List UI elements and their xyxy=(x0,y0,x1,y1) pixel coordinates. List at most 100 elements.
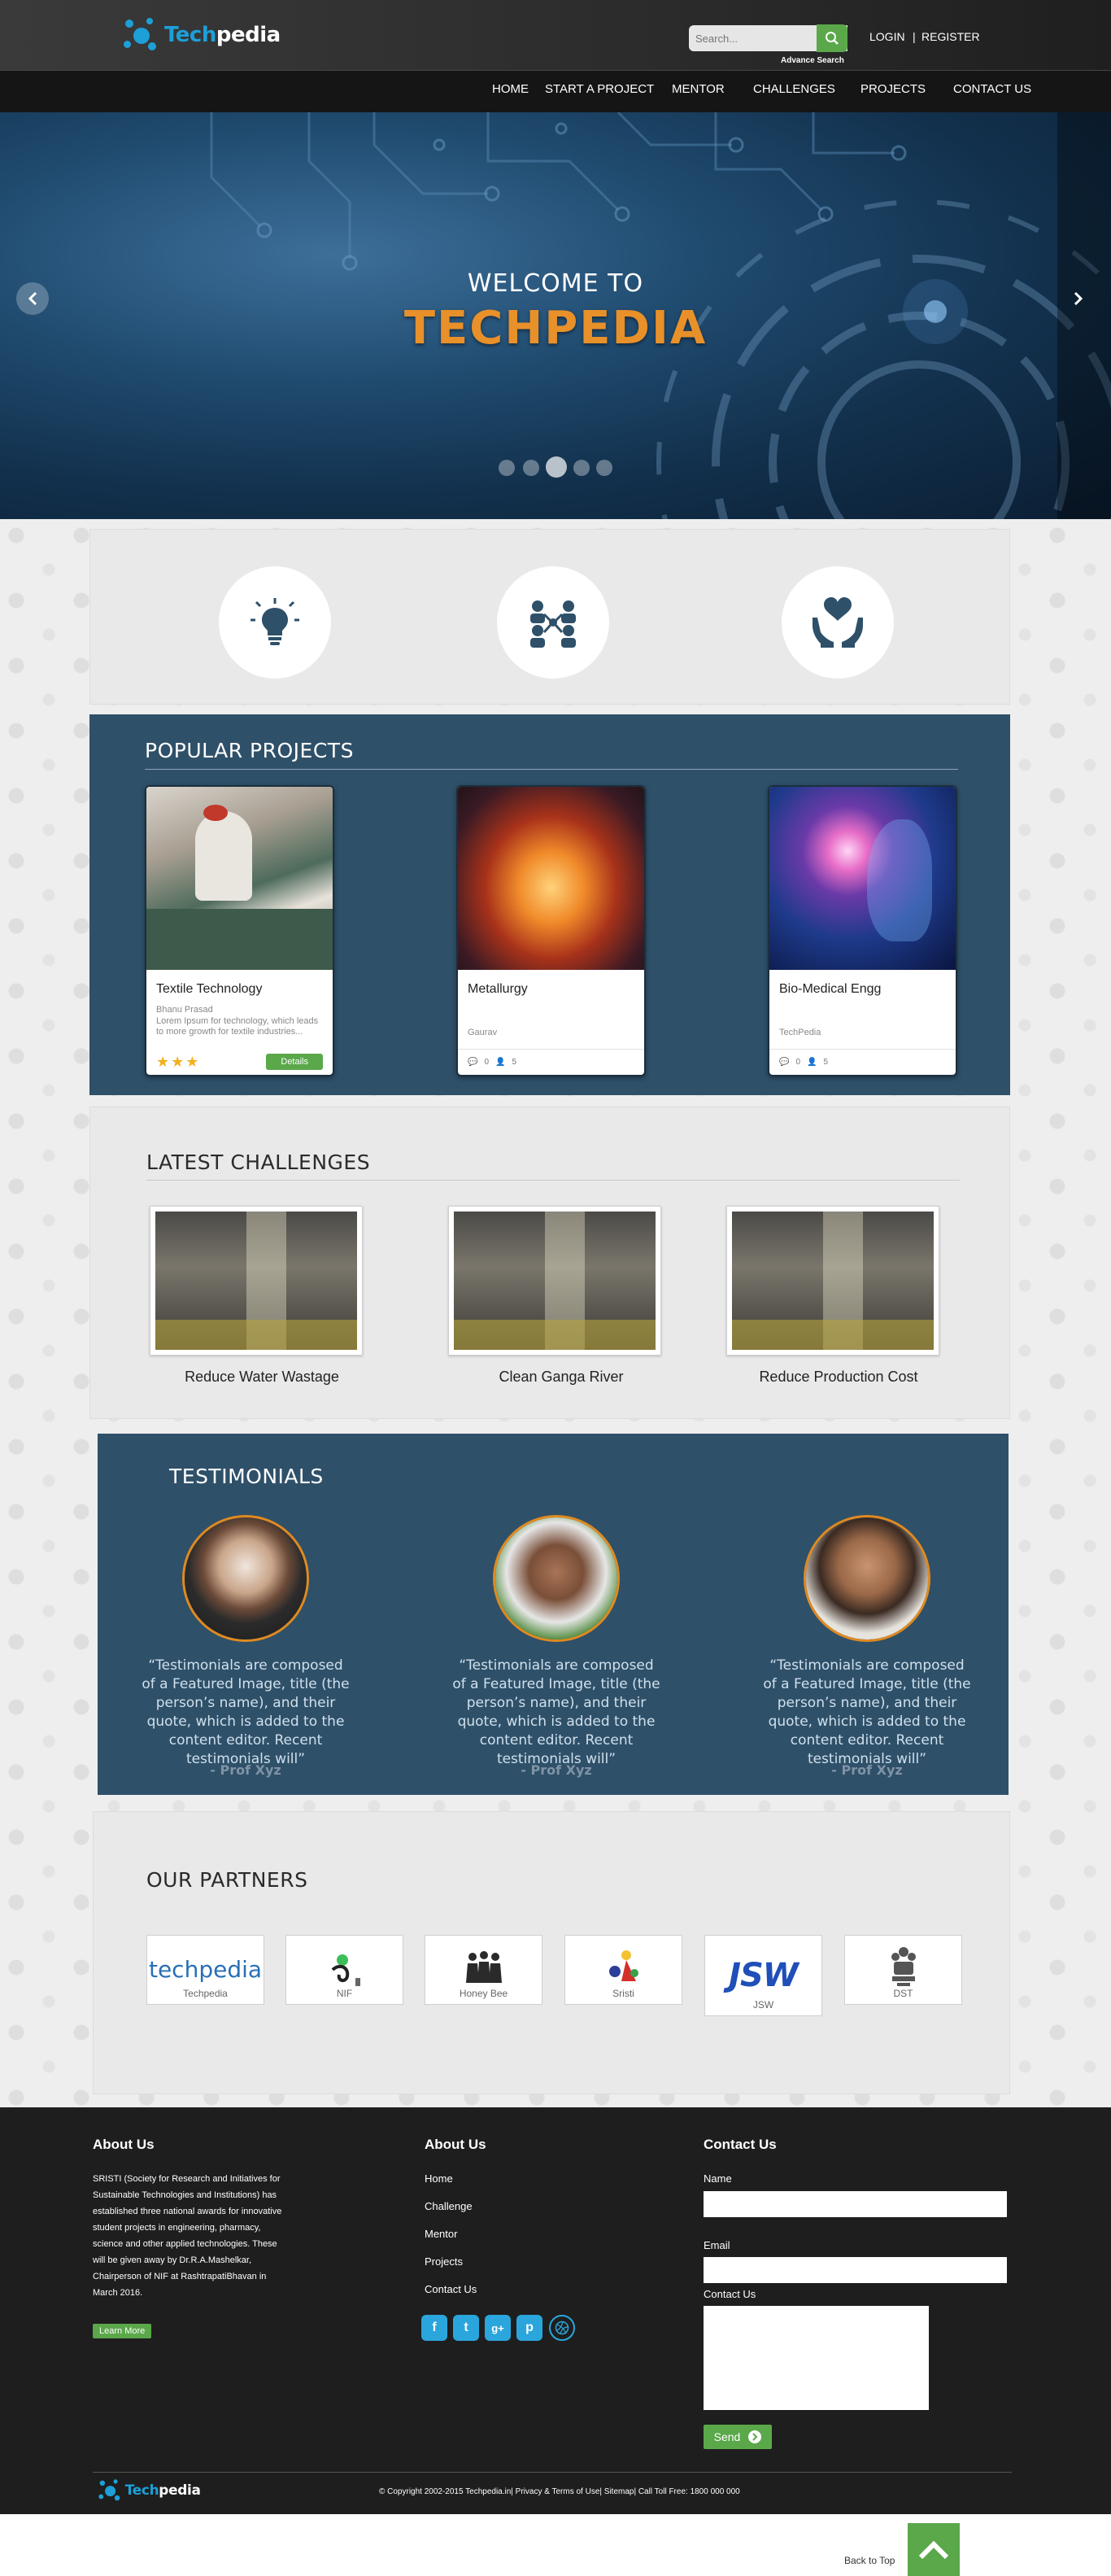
slider-dot-3-active[interactable] xyxy=(546,456,567,478)
project-card-textile[interactable]: Textile Technology Bhanu Prasad Lorem Ip… xyxy=(145,785,334,1076)
challenge-label-1[interactable]: Reduce Water Wastage xyxy=(140,1369,384,1386)
partner-name: DST xyxy=(893,1988,913,1999)
feature-team[interactable] xyxy=(497,566,609,679)
card-author: Gaurav xyxy=(468,1028,498,1037)
slider-next-button[interactable] xyxy=(1062,282,1095,315)
challenge-label-3[interactable]: Reduce Production Cost xyxy=(717,1369,961,1386)
partner-jsw[interactable]: JSW JSW xyxy=(704,1935,822,2016)
feature-idea[interactable] xyxy=(219,566,331,679)
feature-care[interactable] xyxy=(782,566,894,679)
facebook-icon[interactable]: f xyxy=(421,2315,447,2341)
national-emblem-icon xyxy=(891,1947,916,1986)
card-footer: 💬 0 👤 5 xyxy=(458,1049,644,1075)
site-footer xyxy=(0,2107,1111,2514)
footer-link-home[interactable]: Home xyxy=(425,2172,453,2185)
site-logo[interactable]: Techpedia xyxy=(122,16,281,54)
challenges-title: LATEST CHALLENGES xyxy=(146,1150,371,1174)
hero-welcome-text: WELCOME TO xyxy=(467,269,644,298)
pinterest-icon[interactable]: p xyxy=(516,2315,542,2341)
partner-name: Honey Bee xyxy=(459,1988,508,1999)
textile-image xyxy=(146,787,333,970)
message-textarea[interactable] xyxy=(704,2306,929,2410)
project-card-biomedical[interactable]: Bio-Medical Engg TechPedia 💬 0 👤 5 xyxy=(768,785,957,1076)
popular-projects-title: POPULAR PROJECTS xyxy=(145,739,354,762)
logo-molecule-icon xyxy=(98,2478,122,2503)
partner-dst[interactable]: DST xyxy=(844,1935,962,2005)
testimonial-avatar-2 xyxy=(493,1515,620,1642)
footer-link-mentor[interactable]: Mentor xyxy=(425,2228,457,2240)
twitter-icon[interactable]: t xyxy=(453,2315,479,2341)
login-link[interactable]: LOGIN xyxy=(869,30,905,43)
nav-mentor[interactable]: MENTOR xyxy=(672,82,725,96)
lightbulb-icon xyxy=(251,598,299,645)
slider-dot-4[interactable] xyxy=(573,460,590,476)
member-count: 5 xyxy=(512,1058,517,1067)
details-button[interactable]: Details xyxy=(266,1054,323,1070)
testimonial-author-3: - Prof Xyz xyxy=(831,1762,903,1778)
team-network-icon xyxy=(530,600,576,648)
testimonial-author-1: - Prof Xyz xyxy=(210,1762,281,1778)
name-field[interactable] xyxy=(704,2191,1007,2217)
footer-link-challenge[interactable]: Challenge xyxy=(425,2200,473,2212)
footer-link-projects[interactable]: Projects xyxy=(425,2255,463,2268)
search-button[interactable] xyxy=(817,24,847,52)
footer-link-contact[interactable]: Contact Us xyxy=(425,2283,477,2295)
back-to-top-button[interactable] xyxy=(908,2523,960,2576)
challenge-card-2[interactable] xyxy=(448,1206,661,1356)
name-label: Name xyxy=(704,2172,732,2185)
testimonial-avatar-1 xyxy=(182,1515,309,1642)
footer-contact-title: Contact Us xyxy=(704,2137,777,2152)
message-label: Contact Us xyxy=(704,2288,756,2300)
slider-dot-5[interactable] xyxy=(596,460,612,476)
challenge-image xyxy=(454,1212,656,1350)
slider-dot-2[interactable] xyxy=(523,460,539,476)
nav-contact-us[interactable]: CONTACT US xyxy=(953,82,1031,96)
advance-search-link[interactable]: Advance Search xyxy=(781,56,844,65)
logo-molecule-icon xyxy=(122,16,159,54)
footer-divider xyxy=(93,2472,1012,2473)
nav-start-project[interactable]: START A PROJECT xyxy=(545,82,654,96)
slider-dot-1[interactable] xyxy=(499,460,515,476)
partner-sristi[interactable]: Sristi xyxy=(564,1935,682,2005)
footer-about-title: About Us xyxy=(93,2137,155,2152)
biomedical-image xyxy=(769,787,956,970)
footer-logo[interactable]: Techpedia xyxy=(98,2478,201,2503)
techpedia-logo: techpedia xyxy=(148,1956,263,1983)
email-field[interactable] xyxy=(704,2257,1007,2283)
testimonial-quote-1: “Testimonials are composed of a Featured… xyxy=(142,1657,350,1767)
members-icon: 👤 xyxy=(807,1058,817,1067)
partner-name: Sristi xyxy=(612,1988,634,1999)
members-icon: 👤 xyxy=(495,1058,506,1067)
nav-challenges[interactable]: CHALLENGES xyxy=(753,82,835,96)
footer-links-title: About Us xyxy=(425,2137,486,2152)
challenge-card-3[interactable] xyxy=(726,1206,939,1356)
testimonial-avatar-3 xyxy=(804,1515,930,1642)
testimonial-quote-3: “Testimonials are composed of a Featured… xyxy=(763,1657,971,1767)
card-title: Metallurgy xyxy=(468,982,528,996)
partner-nif[interactable]: NIF xyxy=(285,1935,403,2005)
card-title: Textile Technology xyxy=(156,982,263,996)
copyright-text: © Copyright 2002-2015 Techpedia.in| Priv… xyxy=(379,2487,740,2496)
challenge-label-2[interactable]: Clean Ganga River xyxy=(439,1369,683,1386)
chevron-left-icon xyxy=(28,291,37,306)
project-card-metallurgy[interactable]: Metallurgy Gaurav 💬 0 👤 5 xyxy=(456,785,646,1076)
arrow-right-circle-icon xyxy=(748,2430,762,2443)
card-title: Bio-Medical Engg xyxy=(779,982,882,996)
comment-count: 0 xyxy=(795,1058,801,1067)
challenge-card-1[interactable] xyxy=(150,1206,363,1356)
back-to-top-label[interactable]: Back to Top xyxy=(844,2555,895,2566)
chevron-right-icon xyxy=(1074,291,1083,306)
google-plus-icon[interactable]: g+ xyxy=(485,2315,511,2341)
send-button[interactable]: Send xyxy=(704,2425,772,2449)
partner-honey-bee[interactable]: Honey Bee xyxy=(425,1935,542,2005)
logo-text: Techpedia xyxy=(164,23,281,47)
dribbble-icon[interactable] xyxy=(549,2315,575,2341)
partner-techpedia[interactable]: techpedia Techpedia xyxy=(146,1935,264,2005)
header-separator: | xyxy=(913,30,916,43)
card-footer: 💬 0 👤 5 xyxy=(769,1049,956,1075)
learn-more-button[interactable]: Learn More xyxy=(93,2324,152,2338)
slider-prev-button[interactable] xyxy=(16,282,49,315)
nav-projects[interactable]: PROJECTS xyxy=(860,82,926,96)
register-link[interactable]: REGISTER xyxy=(921,30,980,43)
nav-home[interactable]: HOME xyxy=(492,82,529,96)
